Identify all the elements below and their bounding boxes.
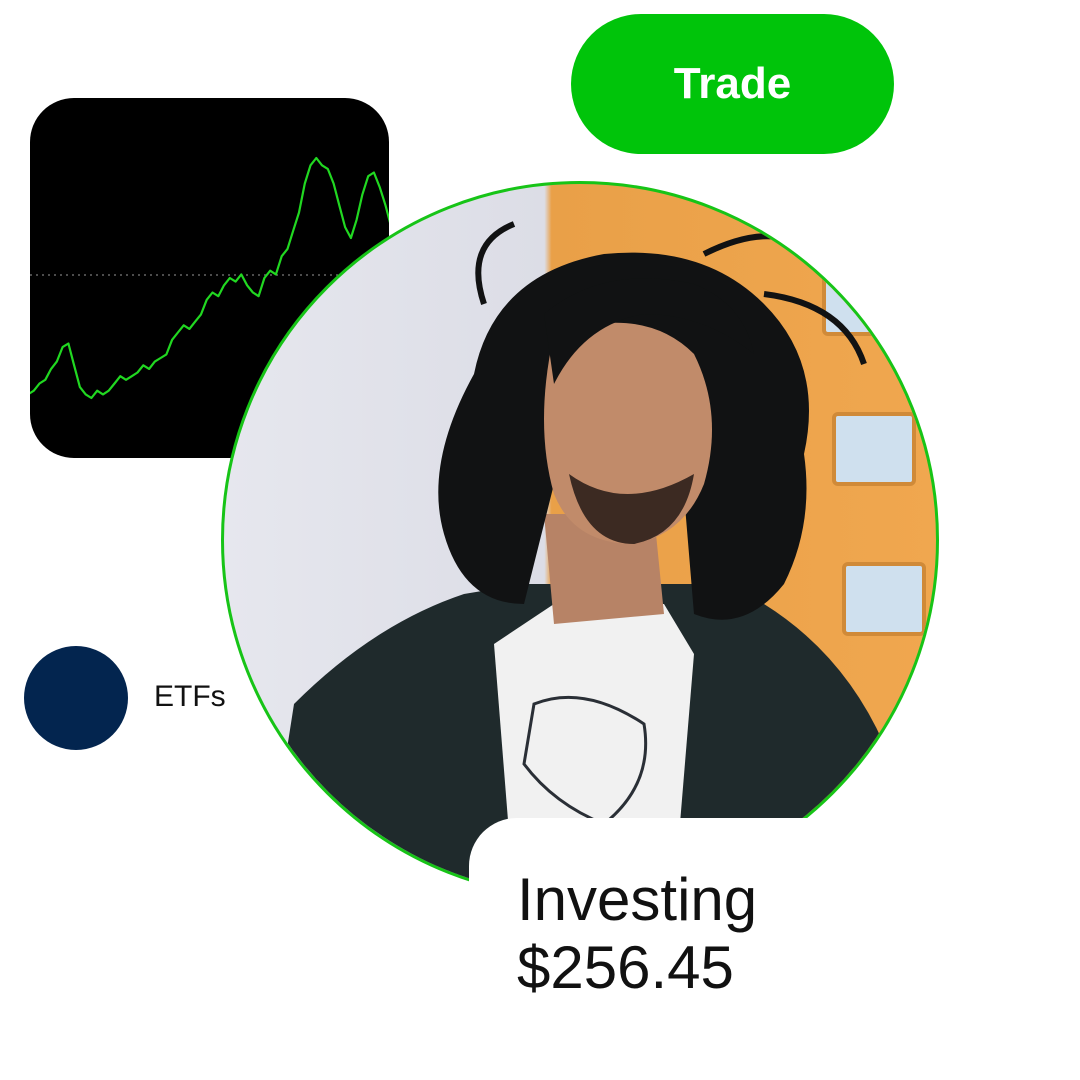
person-illustration <box>264 221 926 896</box>
trade-button[interactable]: Trade <box>571 14 894 154</box>
investing-amount: $256.45 <box>517 934 734 1001</box>
etf-circle-icon <box>24 646 128 750</box>
etf-label: ETFs <box>154 680 226 713</box>
profile-photo <box>221 181 939 899</box>
investing-title: Investing <box>517 866 758 933</box>
investing-card: Investing $256.45 <box>469 818 1080 1080</box>
